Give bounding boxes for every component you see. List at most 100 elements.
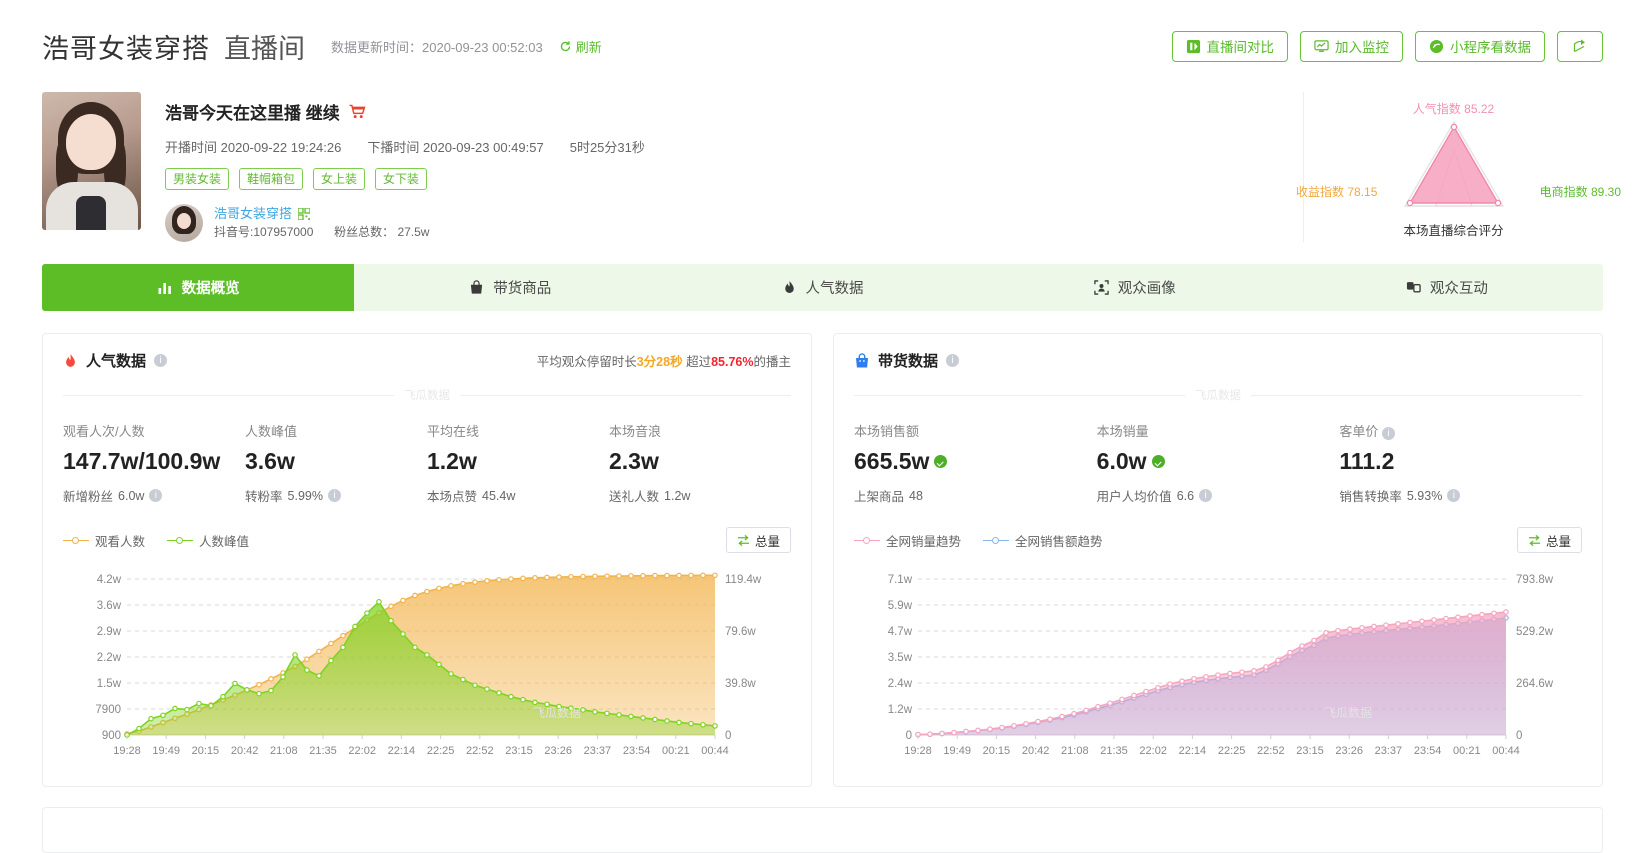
total-toggle-button[interactable]: 总量 — [1516, 527, 1582, 553]
info-icon[interactable]: i — [154, 354, 168, 367]
svg-text:22:52: 22:52 — [1257, 745, 1285, 757]
miniprogram-data-button[interactable]: 小程序看数据 — [1415, 30, 1545, 62]
stat-key: 观看人次/人数 — [63, 424, 145, 439]
category-tag[interactable]: 女下装 — [375, 168, 428, 190]
sales-card-header: 带货数据 i — [854, 350, 1582, 371]
page-subtitle: 直播间 — [224, 33, 305, 64]
svg-text:1.5w: 1.5w — [97, 678, 122, 690]
refresh-icon — [560, 40, 570, 51]
svg-text:飞瓜数据: 飞瓜数据 — [533, 705, 581, 720]
svg-text:19:49: 19:49 — [943, 745, 971, 757]
portrait-icon — [1093, 280, 1109, 295]
category-tag[interactable]: 鞋帽箱包 — [239, 168, 304, 190]
legend-item-volume[interactable]: 全网销量趋势 — [854, 531, 961, 550]
tab-label: 数据概览 — [181, 281, 240, 297]
svg-text:23:26: 23:26 — [544, 745, 572, 757]
svg-text:23:37: 23:37 — [1375, 745, 1403, 757]
cover-face — [66, 114, 116, 170]
avg-stay-mid: 超过 — [682, 355, 712, 369]
compare-rooms-button[interactable]: 直播间对比 — [1171, 30, 1288, 62]
svg-text:23:26: 23:26 — [1335, 745, 1363, 757]
compare-rooms-label: 直播间对比 — [1206, 40, 1275, 55]
tab-label: 带货商品 — [493, 281, 552, 297]
total-toggle-button[interactable]: 总量 — [725, 527, 791, 553]
category-tag[interactable]: 女上装 — [313, 168, 366, 190]
swap-icon — [1528, 534, 1541, 546]
category-tag[interactable]: 男装女装 — [165, 168, 230, 190]
update-time: 数据更新时间：2020-09-23 00:52:03 — [331, 39, 543, 55]
svg-text:20:42: 20:42 — [1022, 745, 1050, 757]
info-icon[interactable]: i — [149, 489, 163, 502]
avg-stay-percent: 85.76% — [711, 355, 754, 369]
broadcast-times: 开播时间 2020-09-22 19:24:26 下播时间 2020-09-23… — [165, 137, 1303, 156]
add-monitor-button[interactable]: 加入监控 — [1300, 30, 1403, 62]
miniprogram-icon — [1429, 39, 1444, 53]
swap-icon — [737, 534, 750, 546]
svg-text:2.9w: 2.9w — [97, 626, 122, 638]
svg-text:4.2w: 4.2w — [97, 574, 122, 586]
svg-text:00:44: 00:44 — [1492, 745, 1520, 757]
stat-sales-volume: 本场销量 6.0w 用户人均价值 6.6 i — [1097, 421, 1340, 505]
legend-item-views[interactable]: 观看人数 — [63, 531, 145, 550]
header-actions: 直播间对比 加入监控 小程序看数据 — [1171, 30, 1603, 62]
popularity-card-title: 人气数据 i — [63, 350, 168, 371]
revenue-index-value: 78.15 — [1347, 185, 1378, 199]
tab-popularity[interactable]: 人气数据 — [666, 264, 978, 311]
account-name-row[interactable]: 浩哥女装穿搭 — [214, 205, 429, 222]
start-time-value: 2020-09-22 19:24:26 — [220, 140, 342, 155]
popularity-card: 人气数据 i 平均观众停留时长3分28秒 超过85.76%的播主 飞瓜数据 观看… — [42, 333, 812, 787]
info-icon[interactable]: i — [1447, 489, 1461, 502]
verified-icon — [934, 455, 948, 468]
avg-stay-note: 平均观众停留时长3分28秒 超过85.76%的播主 — [537, 351, 791, 370]
info-icon[interactable]: i — [1199, 489, 1213, 502]
legend-item-amount[interactable]: 全网销售额趋势 — [983, 531, 1103, 550]
sales-stats: 本场销售额 665.5w 上架商品 48 本场销量 6.0w 用户人均价值 6.… — [854, 421, 1582, 505]
add-monitor-label: 加入监控 — [1335, 40, 1389, 55]
stat-key: 本场销售额 — [854, 424, 920, 439]
avg-stay-prefix: 平均观众停留时长 — [536, 355, 637, 369]
svg-text:5.9w: 5.9w — [888, 600, 913, 612]
stat-unit-price: 客单价 i 111.2 销售转换率 5.93% i — [1339, 421, 1582, 505]
stat-key-row: 客单价 i — [1339, 421, 1582, 440]
qr-code-icon[interactable] — [298, 207, 311, 220]
sales-card-title-text: 带货数据 — [878, 353, 939, 370]
svg-text:22:52: 22:52 — [466, 745, 494, 757]
bottom-panel — [42, 807, 1603, 853]
popularity-index-label: 人气指数 85.22 — [1413, 100, 1494, 117]
info-icon[interactable]: i — [946, 354, 960, 367]
legend-label: 全网销量趋势 — [886, 534, 962, 549]
total-toggle-label: 总量 — [754, 534, 780, 549]
popularity-index-name: 人气指数 — [1412, 102, 1461, 116]
stat-sales-amount: 本场销售额 665.5w 上架商品 48 — [854, 421, 1097, 505]
share-button[interactable] — [1557, 30, 1603, 62]
stat-yinlang: 本场音浪 2.3w 送礼人数 1.2w — [609, 421, 791, 505]
info-icon[interactable]: i — [1381, 427, 1395, 440]
sales-legend-row: 全网销量趋势 全网销售额趋势 总量 — [854, 527, 1582, 553]
popularity-legend-row: 观看人数 人数峰值 总量 — [63, 527, 791, 553]
bag-icon — [471, 280, 483, 294]
tab-audience-portrait[interactable]: 观众画像 — [979, 264, 1291, 311]
stat-key: 本场音浪 — [609, 424, 662, 439]
stat-value: 665.5w — [854, 448, 930, 474]
legend-marker — [63, 536, 89, 545]
refresh-button[interactable]: 刷新 — [559, 37, 602, 56]
cover-collar — [76, 196, 106, 230]
tab-data-overview[interactable]: 数据概览 — [42, 264, 355, 311]
score-caption: 本场直播综合评分 — [1403, 224, 1504, 238]
svg-text:0: 0 — [725, 730, 731, 742]
legend-label: 全网销售额趋势 — [1015, 534, 1103, 549]
stat-peak: 人数峰值 3.6w 转粉率 5.99% i — [245, 421, 427, 505]
stat-sub-value: 6.6 — [1176, 488, 1195, 503]
account-block[interactable]: 浩哥女装穿搭 抖音号:107957000 粉丝总数： 27.5w — [165, 204, 1303, 242]
legend-dot — [992, 536, 1000, 544]
tab-audience-interaction[interactable]: 观众互动 — [1291, 264, 1603, 311]
info-icon[interactable]: i — [327, 489, 341, 502]
svg-text:飞瓜数据: 飞瓜数据 — [1324, 705, 1372, 720]
tab-products[interactable]: 带货商品 — [354, 264, 666, 311]
stat-key: 人数峰值 — [245, 424, 298, 439]
stat-sub-label: 本场点赞 — [427, 490, 478, 504]
svg-text:0: 0 — [1516, 730, 1522, 742]
legend-marker — [983, 536, 1010, 545]
stat-avg-online: 平均在线 1.2w 本场点赞 45.4w — [427, 421, 609, 505]
legend-item-peak[interactable]: 人数峰值 — [167, 531, 249, 550]
